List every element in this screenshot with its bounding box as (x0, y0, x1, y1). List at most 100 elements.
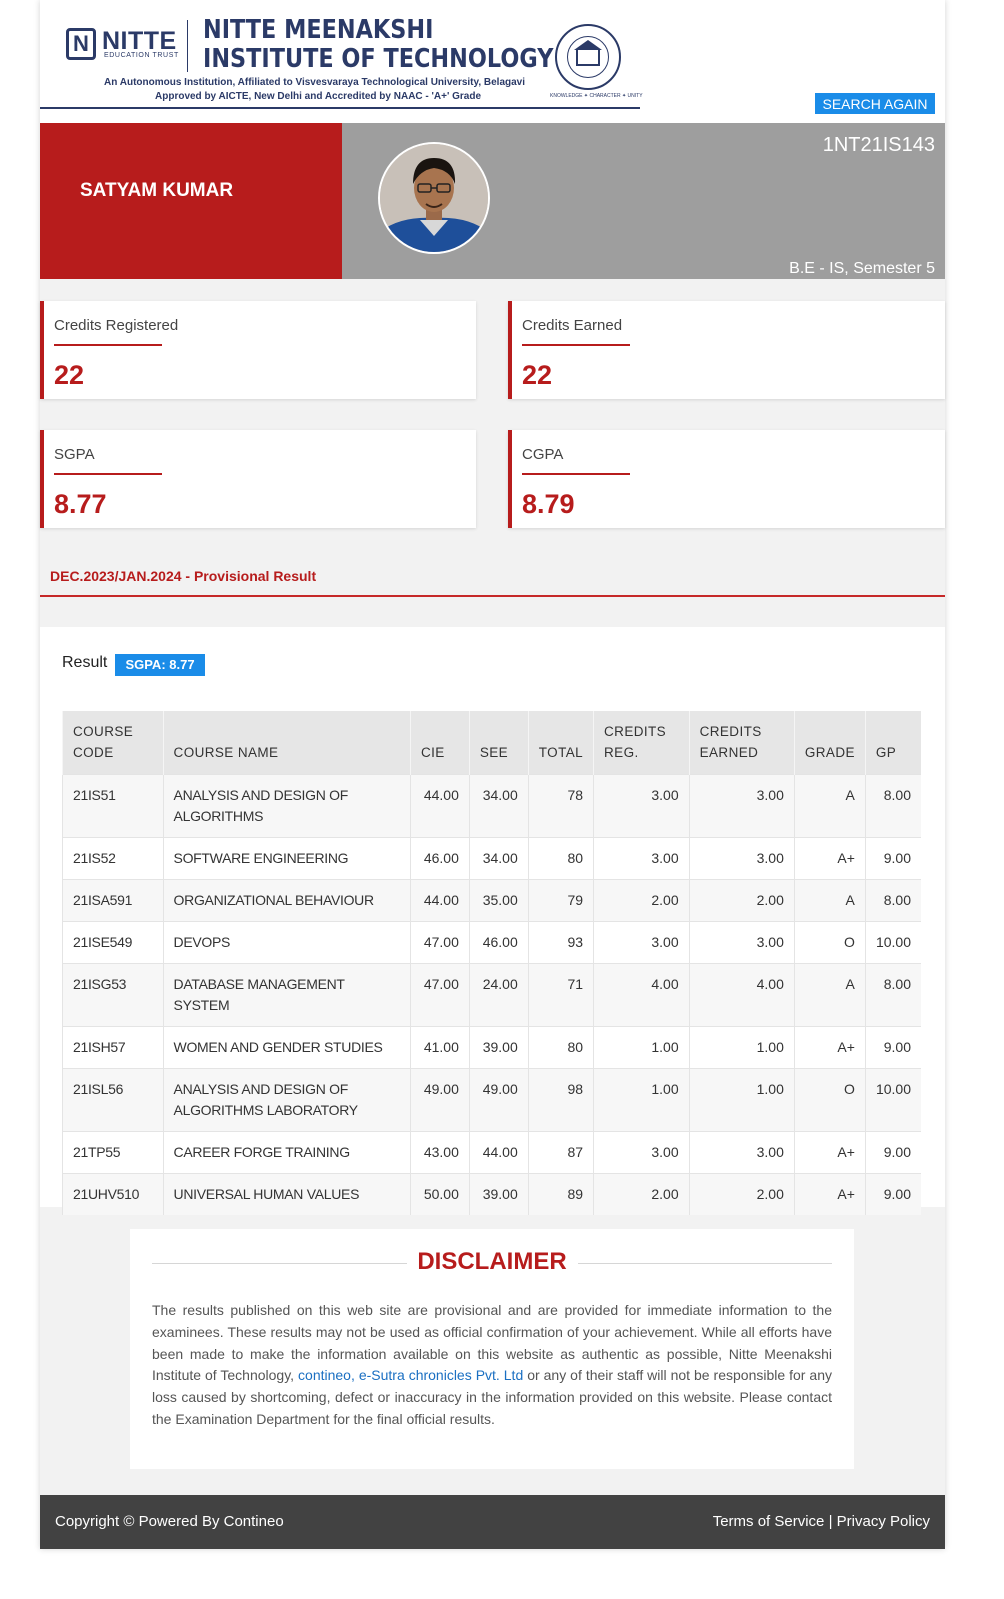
site-header: N NITTE EDUCATION TRUST NITTE MEENAKSHI … (40, 0, 945, 123)
cell-credits-earned: 3.00 (688, 837, 795, 880)
cell-total: 87 (527, 1131, 594, 1174)
cell-course-code: 21ISG53 (62, 963, 164, 1027)
cell-total: 71 (527, 963, 594, 1027)
cell-course-code: 21IS51 (62, 774, 164, 838)
cell-see: 24.00 (468, 963, 529, 1027)
table-row: 21ISE549 DEVOPS 47.00 46.00 93 3.00 3.00 O 10.00 (62, 921, 921, 964)
cell-credits-reg: 1.00 (593, 1068, 690, 1132)
footer-separator: | (828, 1513, 833, 1530)
terms-of-service-link[interactable]: Terms of Service (713, 1513, 825, 1530)
cell-see: 34.00 (468, 774, 529, 838)
seal-motto: KNOWLEDGE ✦ CHARACTER ✦ UNITY (550, 93, 643, 99)
cell-credits-earned: 3.00 (688, 774, 795, 838)
cell-course-code: 21UHV510 (62, 1173, 164, 1215)
site-footer: Copyright © Powered By Contineo Terms of… (40, 1495, 945, 1549)
cell-total: 78 (527, 774, 594, 838)
card-value: 8.79 (522, 489, 575, 519)
cell-grade: O (793, 921, 866, 964)
credits-earned-card: Credits Earned 22 (508, 301, 945, 399)
cell-credits-reg: 1.00 (593, 1026, 690, 1069)
table-row: 21ISA591 ORGANIZATIONAL BEHAVIOUR 44.00 35.… (62, 879, 921, 922)
cgpa-card: CGPA 8.79 (508, 430, 945, 528)
institute-affiliation: An Autonomous Institution, Affiliated to… (104, 77, 526, 88)
cell-see: 46.00 (468, 921, 529, 964)
result-panel: Result SGPA: 8.77 COURSE CODE COURSE NAME… (40, 627, 945, 1215)
nitte-logo-icon: N (66, 28, 96, 60)
credits-registered-card: Credits Registered 22 (40, 301, 476, 399)
cell-course-name: CAREER FORGE TRAINING (162, 1131, 411, 1174)
card-label: Credits Earned (522, 317, 623, 334)
card-value: 22 (54, 360, 85, 390)
cell-cie: 44.00 (409, 879, 470, 922)
cell-gp: 9.00 (864, 837, 921, 880)
col-course-code: COURSE CODE (62, 711, 164, 775)
cell-course-code: 21ISH57 (62, 1026, 164, 1069)
cell-course-name: DATABASE MANAGEMENT SYSTEM (162, 963, 411, 1027)
table-row: 21IS52 SOFTWARE ENGINEERING 46.00 34.00 80 3.… (62, 837, 921, 880)
cell-gp: 8.00 (864, 774, 921, 838)
cell-gp: 9.00 (864, 1173, 921, 1215)
footer-copyright: Copyright © Powered By Contineo (55, 1513, 284, 1530)
cell-cie: 50.00 (409, 1173, 470, 1215)
cell-grade: A (793, 879, 866, 922)
result-label: Result (62, 654, 108, 671)
cell-see: 34.00 (468, 837, 529, 880)
cell-see: 35.00 (468, 879, 529, 922)
cell-credits-reg: 3.00 (593, 774, 690, 838)
col-grade: GRADE (793, 711, 866, 775)
cell-total: 98 (527, 1068, 594, 1132)
cell-cie: 41.00 (409, 1026, 470, 1069)
sgpa-card: SGPA 8.77 (40, 430, 476, 528)
col-course-name: COURSE NAME (162, 711, 411, 775)
student-info-banner: 1NT21IS143 B.E - IS, Semester 5 (342, 123, 945, 279)
card-label: SGPA (54, 446, 95, 463)
card-label: Credits Registered (54, 317, 179, 334)
cell-total: 89 (527, 1173, 594, 1215)
cell-see: 39.00 (468, 1026, 529, 1069)
cell-credits-reg: 4.00 (593, 963, 690, 1027)
cell-total: 79 (527, 879, 594, 922)
disclaimer-box: DISCLAIMER The results published on this… (130, 1229, 854, 1469)
card-label: CGPA (522, 446, 564, 463)
cell-credits-earned: 3.00 (688, 921, 795, 964)
sgpa-badge: SGPA: 8.77 (115, 654, 205, 676)
table-row: 21ISG53 DATABASE MANAGEMENT SYSTEM 47.00 24… (62, 963, 921, 1027)
cell-course-code: 21ISA591 (62, 879, 164, 922)
cell-cie: 43.00 (409, 1131, 470, 1174)
result-page: N NITTE EDUCATION TRUST NITTE MEENAKSHI … (40, 0, 945, 1549)
cell-gp: 9.00 (864, 1131, 921, 1174)
cell-gp: 8.00 (864, 879, 921, 922)
table-row: 21TP55 CAREER FORGE TRAINING 43.00 44.00 87 3… (62, 1131, 921, 1174)
student-program: B.E - IS, Semester 5 (789, 260, 935, 277)
col-see: SEE (468, 711, 529, 775)
col-credits-earned: CREDITS EARNED (688, 711, 795, 775)
table-row: 21ISL56 ANALYSIS AND DESIGN OF ALGORITHMS… (62, 1068, 921, 1132)
cell-credits-earned: 2.00 (688, 1173, 795, 1215)
table-row: 21ISH57 WOMEN AND GENDER STUDIES 41.00 39.0… (62, 1026, 921, 1069)
table-row: 21IS51 ANALYSIS AND DESIGN OF ALGORITHMS 4… (62, 774, 921, 838)
cell-cie: 47.00 (409, 921, 470, 964)
cell-course-code: 21IS52 (62, 837, 164, 880)
cell-credits-earned: 2.00 (688, 879, 795, 922)
cell-cie: 44.00 (409, 774, 470, 838)
cell-see: 39.00 (468, 1173, 529, 1215)
cell-grade: A+ (793, 1131, 866, 1174)
cell-course-name: DEVOPS (162, 921, 411, 964)
cell-credits-earned: 3.00 (688, 1131, 795, 1174)
search-again-button[interactable]: SEARCH AGAIN (815, 93, 935, 114)
cell-course-code: 21ISL56 (62, 1068, 164, 1132)
privacy-policy-link[interactable]: Privacy Policy (837, 1513, 930, 1530)
cell-see: 49.00 (468, 1068, 529, 1132)
cell-credits-reg: 2.00 (593, 879, 690, 922)
cell-credits-reg: 3.00 (593, 837, 690, 880)
cell-grade: O (793, 1068, 866, 1132)
results-table: COURSE CODE COURSE NAME CIE SEE TOTAL CRE… (62, 711, 921, 1215)
card-value: 8.77 (54, 489, 107, 519)
cell-cie: 47.00 (409, 963, 470, 1027)
cell-course-name: ANALYSIS AND DESIGN OF ALGORITHMS LABORA… (162, 1068, 411, 1132)
institute-name-line2: INSTITUTE OF TECHNOLOGY (203, 44, 554, 74)
card-value: 22 (522, 360, 553, 390)
cell-grade: A (793, 774, 866, 838)
cell-cie: 49.00 (409, 1068, 470, 1132)
contineo-link[interactable]: contineo, e-Sutra chronicles Pvt. Ltd (298, 1367, 523, 1383)
